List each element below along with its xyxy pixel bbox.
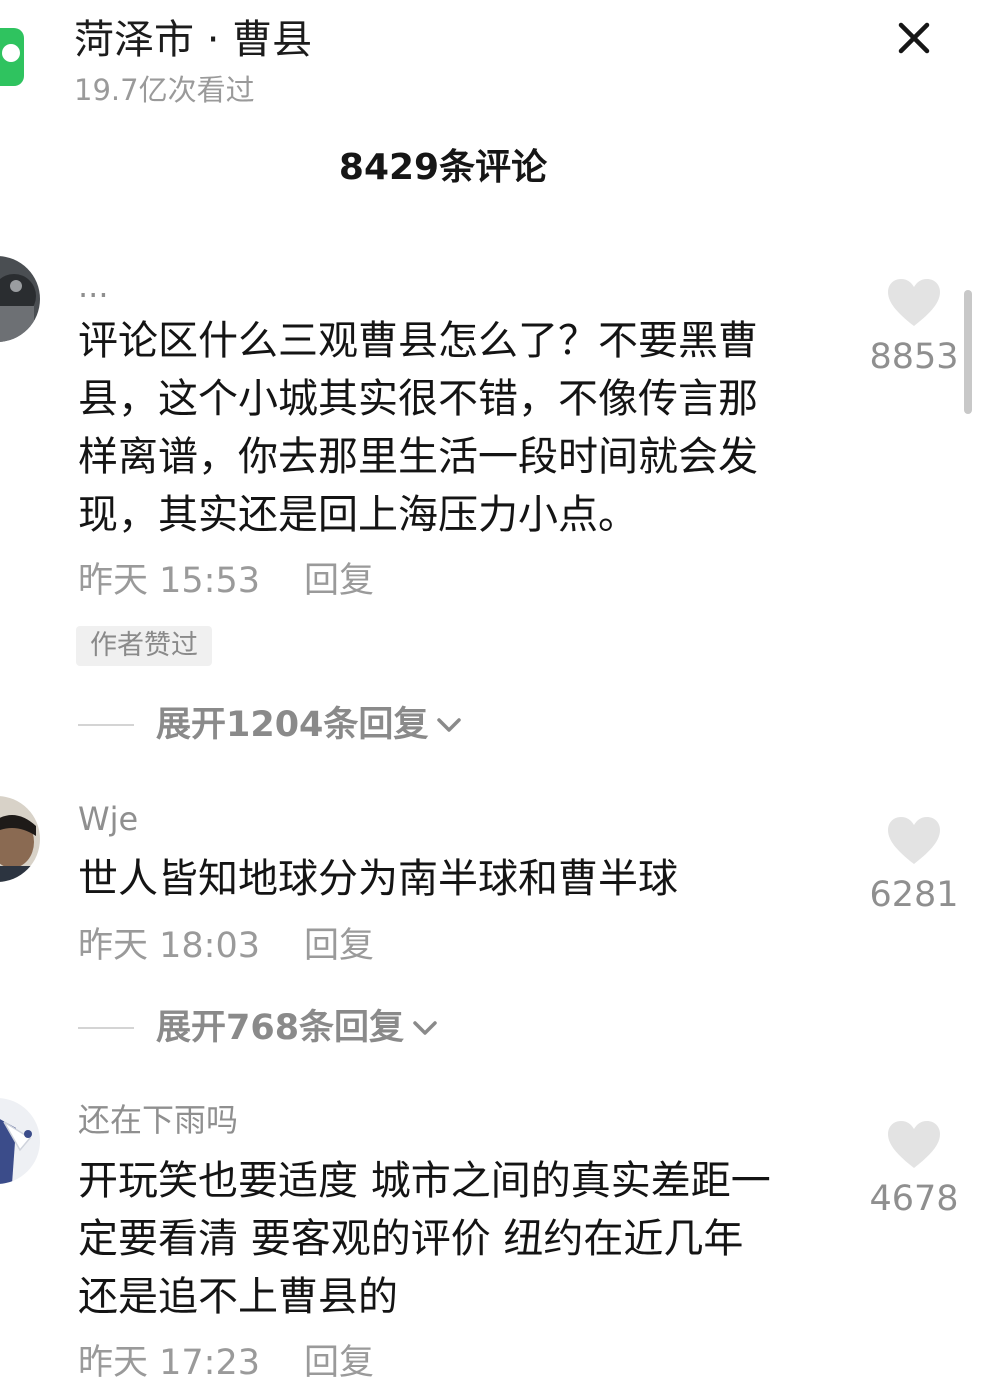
top-bar: 菏泽市 · 曹县 19.7亿次看过 (0, 0, 983, 120)
topic-title[interactable]: 菏泽市 · 曹县 (74, 12, 312, 68)
comment-meta: 昨天 17:23 回复 (78, 1338, 374, 1388)
like-count: 4678 (869, 1179, 959, 1219)
expand-replies-label: 展开1204条回复 (156, 705, 429, 745)
like-button[interactable]: 6281 (862, 816, 966, 918)
comment-text-line: 评论区什么三观曹县怎么了？不要黑曹 (78, 318, 758, 364)
comment-text: 开玩笑也要适度 城市之间的真实差距一 定要看清 要客观的评价 纽约在近几年 还是… (78, 1152, 838, 1326)
divider (78, 1027, 134, 1029)
heart-icon (888, 817, 940, 864)
like-count: 6281 (869, 875, 959, 915)
avatar[interactable] (0, 1098, 40, 1184)
author-liked-badge: 作者赞过 (76, 626, 212, 666)
scrollbar[interactable] (964, 290, 972, 414)
comments-count: 8429条评论 (338, 147, 548, 188)
avatar[interactable] (0, 256, 40, 342)
like-button[interactable]: 8853 (862, 278, 966, 380)
heart-icon (888, 279, 940, 326)
comment-text-line: 样离谱，你去那里生活一段时间就会发 (78, 434, 758, 480)
comment-text-line: 定要看清 要客观的评价 纽约在近几年 (78, 1216, 744, 1262)
topic-views: 19.7亿次看过 (74, 73, 255, 107)
reply-button[interactable]: 回复 (304, 926, 374, 966)
divider (78, 724, 134, 726)
close-icon (898, 22, 930, 54)
chevron-down-icon (410, 1013, 440, 1043)
comment-meta: 昨天 18:03 回复 (78, 921, 374, 971)
comment-time: 昨天 18:03 (78, 926, 260, 966)
expand-replies-button[interactable]: 展开1204条回复 (78, 700, 464, 750)
comment-text-line: 还是追不上曹县的 (78, 1274, 398, 1320)
topic-icon[interactable] (0, 28, 24, 86)
comment-text: 评论区什么三观曹县怎么了？不要黑曹 县，这个小城其实很不错，不像传言那 样离谱，… (78, 312, 838, 544)
expand-replies-button[interactable]: 展开768条回复 (78, 1003, 440, 1053)
comment-username[interactable]: 还在下雨吗 (78, 1098, 238, 1142)
comment-text-line: 开玩笑也要适度 城市之间的真实差距一 (78, 1158, 771, 1204)
reply-button[interactable]: 回复 (304, 561, 374, 601)
avatar[interactable] (0, 796, 40, 882)
comment-text-line: 县，这个小城其实很不错，不像传言那 (78, 376, 758, 422)
comment-text-line: 世人皆知地球分为南半球和曹半球 (78, 856, 678, 902)
like-button[interactable]: 4678 (862, 1120, 966, 1222)
comment-time: 昨天 15:53 (78, 561, 260, 601)
reply-button[interactable]: 回复 (304, 1343, 374, 1383)
chevron-down-icon (434, 710, 464, 740)
comment-username[interactable]: ... (78, 264, 109, 308)
comment-text: 世人皆知地球分为南半球和曹半球 (78, 850, 838, 908)
expand-replies-label: 展开768条回复 (156, 1008, 405, 1048)
close-button[interactable] (886, 12, 942, 64)
comment-username[interactable]: Wje (78, 797, 138, 841)
heart-icon (888, 1121, 940, 1168)
comment-time: 昨天 17:23 (78, 1343, 260, 1383)
like-count: 8853 (869, 337, 959, 377)
comment-text-line: 现，其实还是回上海压力小点。 (78, 492, 638, 538)
comment-meta: 昨天 15:53 回复 (78, 556, 374, 606)
